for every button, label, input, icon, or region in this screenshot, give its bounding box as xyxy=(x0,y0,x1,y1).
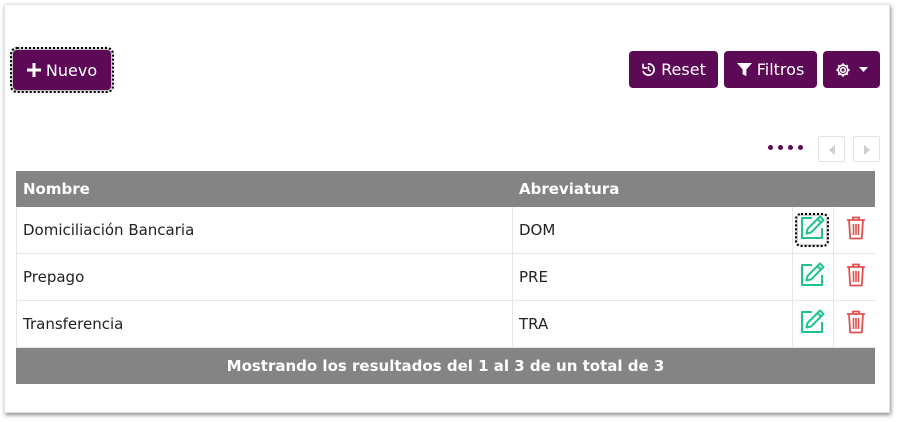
chevron-right-icon xyxy=(863,140,870,159)
loading-dots xyxy=(768,145,803,150)
history-icon xyxy=(641,62,656,77)
dot xyxy=(788,145,793,150)
table-footer: Mostrando los resultados del 1 al 3 de u… xyxy=(16,348,875,384)
cell-nombre: Transferencia xyxy=(23,315,124,333)
reset-button[interactable]: Reset xyxy=(629,51,718,88)
new-button-label: Nuevo xyxy=(45,60,98,80)
trash-icon xyxy=(846,310,866,338)
column-header-abreviatura[interactable]: Abreviatura xyxy=(519,180,619,198)
filters-button[interactable]: Filtros xyxy=(724,51,817,88)
chevron-down-icon xyxy=(859,66,868,73)
cell-nombre: Domiciliación Bancaria xyxy=(23,221,195,239)
edit-icon xyxy=(799,309,825,339)
trash-icon xyxy=(846,216,866,244)
results-summary: Mostrando los resultados del 1 al 3 de u… xyxy=(226,357,665,375)
delete-button[interactable] xyxy=(845,263,867,291)
gear-icon xyxy=(835,62,851,78)
cell-abreviatura: DOM xyxy=(519,221,556,239)
table-header: Nombre Abreviatura xyxy=(16,171,875,207)
reset-button-label: Reset xyxy=(661,60,706,79)
delete-button[interactable] xyxy=(845,216,867,244)
filters-button-label: Filtros xyxy=(756,60,805,79)
plus-icon xyxy=(26,63,41,77)
table-row: Domiciliación Bancaria DOM xyxy=(16,207,875,254)
dot xyxy=(778,145,783,150)
edit-button[interactable] xyxy=(795,213,829,247)
edit-button[interactable] xyxy=(798,262,826,292)
trash-icon xyxy=(846,263,866,291)
cell-abreviatura: TRA xyxy=(519,315,549,333)
new-button[interactable]: Nuevo xyxy=(10,47,114,93)
table-row: Transferencia TRA xyxy=(16,301,875,348)
delete-button[interactable] xyxy=(845,310,867,338)
data-table: Nombre Abreviatura Domiciliación Bancari… xyxy=(16,171,875,384)
dot xyxy=(768,145,773,150)
table-row: Prepago PRE xyxy=(16,254,875,301)
settings-dropdown-button[interactable] xyxy=(823,51,880,88)
edit-icon xyxy=(799,215,825,245)
column-header-nombre[interactable]: Nombre xyxy=(23,180,90,198)
dot xyxy=(798,145,803,150)
edit-icon xyxy=(799,262,825,292)
edit-button[interactable] xyxy=(798,309,826,339)
cell-abreviatura: PRE xyxy=(519,268,548,286)
filter-icon xyxy=(736,62,752,77)
cell-nombre: Prepago xyxy=(23,268,85,286)
next-page-button[interactable] xyxy=(853,136,880,162)
chevron-left-icon xyxy=(828,140,835,159)
previous-page-button[interactable] xyxy=(818,136,845,162)
